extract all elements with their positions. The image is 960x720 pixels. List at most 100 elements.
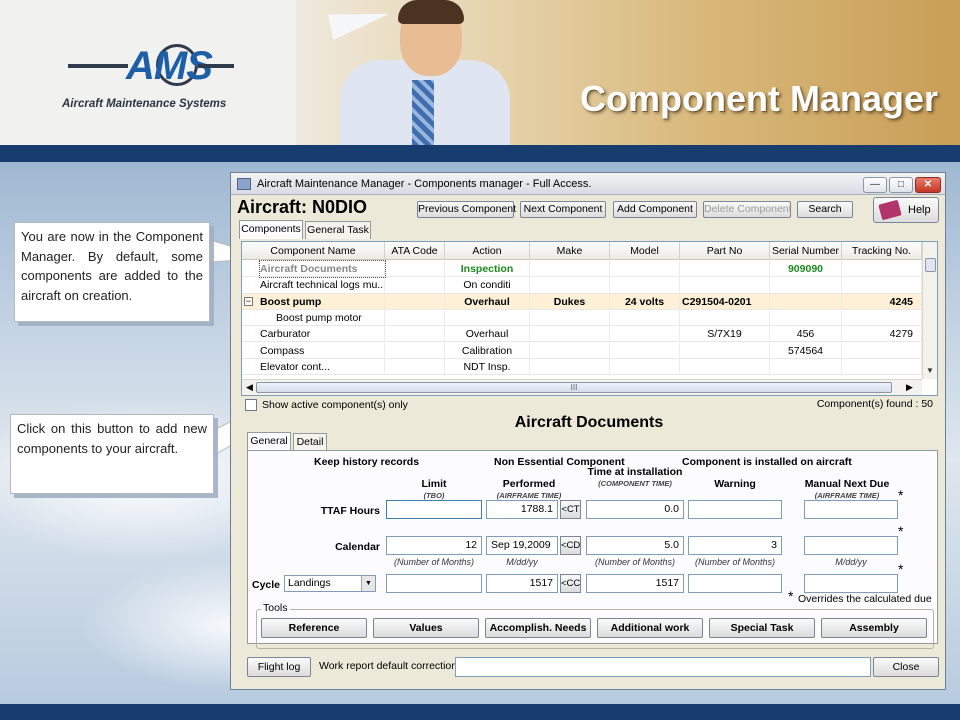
help-button[interactable]: Help	[873, 197, 939, 223]
unit-hint: (Number of Months)	[694, 557, 776, 567]
grid-header: Component Name ATA Code Action Make Mode…	[242, 242, 922, 260]
time-at-installation-header: Time at installation (COMPONENT TIME)	[586, 467, 684, 489]
close-button[interactable]: Close	[873, 657, 939, 677]
table-row[interactable]: − Boost pump Overhaul Dukes 24 volts C29…	[242, 293, 922, 310]
tab-general[interactable]: General	[247, 432, 291, 451]
values-button[interactable]: Values	[373, 618, 479, 638]
cell-model	[610, 342, 680, 359]
hair	[398, 0, 464, 24]
column-header[interactable]: Part No	[680, 242, 770, 260]
calendar-copy-button[interactable]: <CD	[560, 536, 581, 555]
ttaf-time-field[interactable]: 0.0	[586, 500, 684, 519]
performed-label: Performed	[502, 478, 556, 490]
tools-group: Tools Reference Values Accomplish. Needs…	[256, 602, 934, 649]
table-row[interactable]: Aircraft technical logs mu... On conditi	[242, 277, 922, 294]
work-report-field[interactable]	[455, 657, 871, 677]
horizontal-scrollbar[interactable]: ◀ III ▶	[242, 379, 922, 395]
close-window-button[interactable]: ✕	[915, 177, 941, 193]
limit-header: Limit (TBO)	[386, 479, 482, 501]
cycle-time-field[interactable]: 1517	[586, 574, 684, 593]
components-grid: Component Name ATA Code Action Make Mode…	[241, 241, 938, 396]
overrides-note: Overrides the calculated due	[798, 593, 932, 605]
table-row[interactable]: Boost pump motor	[242, 309, 922, 327]
scrollbar-thumb[interactable]	[925, 258, 936, 272]
assembly-button[interactable]: Assembly	[821, 618, 927, 638]
chevron-down-icon[interactable]: ▼	[361, 576, 375, 591]
cell-serial	[770, 293, 842, 310]
scroll-left-arrow-icon[interactable]: ◀	[246, 382, 253, 393]
cell-tracking	[842, 309, 922, 326]
cell-component-name: Boost pump	[260, 293, 385, 310]
title-bar[interactable]: Aircraft Maintenance Manager - Component…	[231, 173, 945, 195]
app-window: Aircraft Maintenance Manager - Component…	[230, 172, 946, 690]
special-task-button[interactable]: Special Task	[709, 618, 815, 638]
calendar-manual-field[interactable]	[804, 536, 898, 555]
cell-ata	[385, 342, 445, 359]
cell-make	[530, 358, 610, 375]
cell-make	[530, 326, 610, 343]
column-header[interactable]: Component Name	[242, 242, 385, 260]
cycle-performed-field[interactable]: 1517	[486, 574, 558, 593]
scroll-right-arrow-icon[interactable]: ▶	[906, 382, 913, 393]
paper-plane-icon	[327, 2, 393, 40]
next-component-button[interactable]: Next Component	[520, 201, 606, 218]
installed-flag: Component is installed on aircraft	[682, 456, 852, 468]
cell-make: Dukes	[530, 293, 610, 310]
ttaf-performed-field[interactable]: 1788.1	[486, 500, 558, 519]
column-header[interactable]: Make	[530, 242, 610, 260]
additional-work-button[interactable]: Additional work	[597, 618, 703, 638]
cycle-warning-field[interactable]	[688, 574, 782, 593]
table-row[interactable]: Elevator cont... NDT Insp.	[242, 358, 922, 376]
logo-subtitle: Aircraft Maintenance Systems	[62, 98, 227, 110]
collapse-icon[interactable]: −	[244, 296, 253, 306]
ttaf-warning-field[interactable]	[688, 500, 782, 519]
add-component-button[interactable]: Add Component	[613, 201, 697, 218]
cell-ata	[385, 293, 445, 310]
search-button[interactable]: Search	[797, 201, 853, 218]
table-row[interactable]: Compass Calibration 574564	[242, 342, 922, 359]
cell-tracking	[842, 277, 922, 294]
cycle-select[interactable]: Landings ▼	[284, 575, 376, 592]
column-header[interactable]: ATA Code	[385, 242, 445, 260]
ttaf-manual-field[interactable]	[804, 500, 898, 519]
cell-ata	[385, 277, 445, 294]
scroll-down-arrow-icon[interactable]: ▼	[926, 366, 934, 375]
cycle-limit-field[interactable]	[386, 574, 482, 593]
callout-add-component: Click on this button to add new componen…	[10, 414, 214, 494]
ttaf-copy-button[interactable]: <CT	[560, 500, 581, 519]
calendar-limit-field[interactable]: 12	[386, 536, 482, 555]
calendar-label: Calendar	[335, 541, 380, 553]
accomplish-needs-button[interactable]: Accomplish. Needs	[485, 618, 591, 638]
book-icon	[878, 199, 902, 221]
tab-detail[interactable]: Detail	[293, 433, 327, 451]
callout-component-manager: You are now in the Component Manager. By…	[14, 222, 210, 322]
vertical-scrollbar[interactable]: ▼	[922, 242, 937, 379]
calendar-warning-field[interactable]: 3	[688, 536, 782, 555]
column-header[interactable]: Action	[445, 242, 530, 260]
ttaf-limit-field[interactable]	[386, 500, 482, 519]
calendar-performed-field[interactable]: Sep 19,2009	[486, 536, 558, 555]
previous-component-button[interactable]: Previous Component	[417, 201, 516, 218]
cycle-copy-button[interactable]: <CC	[560, 574, 581, 593]
calendar-time-field[interactable]: 5.0	[586, 536, 684, 555]
minimize-button[interactable]: —	[863, 177, 887, 193]
tie	[412, 80, 434, 145]
table-row[interactable]: Aircraft Documents Inspection 909090	[242, 260, 922, 278]
show-active-checkbox[interactable]	[245, 399, 257, 411]
tab-components[interactable]: Components	[239, 220, 303, 239]
reference-button[interactable]: Reference	[261, 618, 367, 638]
scrollbar-thumb[interactable]: III	[256, 382, 892, 393]
tab-general-task[interactable]: General Task	[305, 221, 371, 239]
column-header[interactable]: Tracking No.	[842, 242, 922, 260]
cycle-manual-field[interactable]	[804, 574, 898, 593]
cell-serial: 456	[770, 326, 842, 343]
delete-component-button[interactable]: Delete Component	[703, 201, 792, 218]
column-header[interactable]: Serial Number	[770, 242, 842, 260]
maximize-button[interactable]: □	[889, 177, 913, 193]
flight-log-button[interactable]: Flight log	[247, 657, 311, 677]
table-row[interactable]: Carburator Overhaul S/7X19 456 4279	[242, 326, 922, 343]
logo-wing-right	[198, 64, 234, 68]
cell-model	[610, 309, 680, 326]
logo-area: AMS Aircraft Maintenance Systems	[0, 0, 296, 145]
column-header[interactable]: Model	[610, 242, 680, 260]
